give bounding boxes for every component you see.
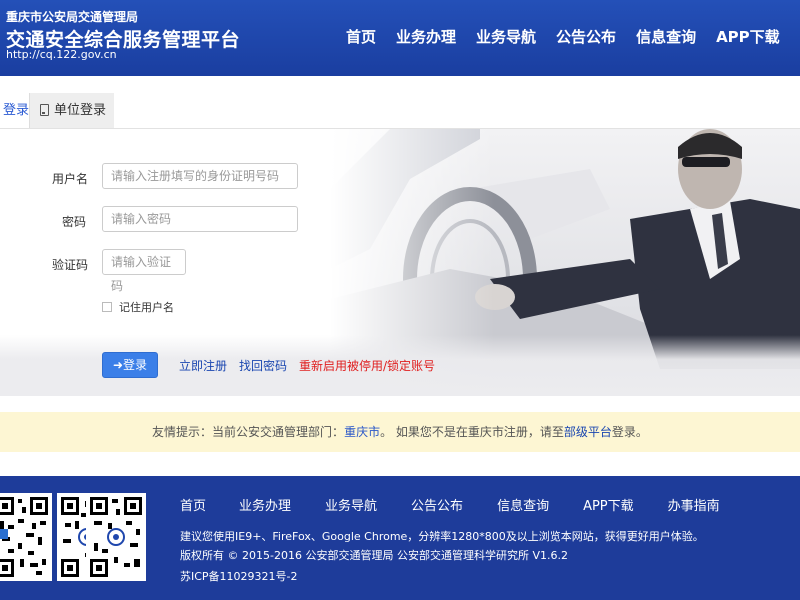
site-header: 重庆市公安局交通管理局 交通安全综合服务管理平台 http://cq.122.g… [0, 0, 800, 76]
footer-browser-tip: 建议您使用IE9+、FireFox、Google Chrome，分辨率1280*… [180, 530, 704, 543]
footer-nav-info-query[interactable]: 信息查询 [497, 495, 549, 514]
site-footer: 首页 业务办理 业务导航 公告公布 信息查询 APP下载 办事指南 建议您使用I… [0, 476, 800, 600]
remember-label: 记住用户名 [119, 301, 174, 314]
remember-username[interactable]: 记住用户名 [102, 299, 174, 315]
footer-nav-announcements[interactable]: 公告公布 [411, 495, 463, 514]
brand-url: http://cq.122.gov.cn [6, 48, 117, 61]
tip-suffix: 登录。 [611, 425, 648, 439]
nav-guide[interactable]: 业务导航 [476, 26, 536, 47]
tip-prefix: 友情提示：当前公安交通管理部门： [152, 425, 345, 439]
footer-nav-business[interactable]: 业务办理 [239, 495, 291, 514]
remember-checkbox[interactable] [102, 302, 112, 312]
nav-announcements[interactable]: 公告公布 [556, 26, 616, 47]
nav-home[interactable]: 首页 [346, 26, 376, 47]
footer-nav: 首页 业务办理 业务导航 公告公布 信息查询 APP下载 办事指南 [180, 495, 720, 514]
password-label: 密码 [62, 215, 87, 229]
phone-icon [40, 104, 49, 116]
main-nav: 首页 业务办理 业务导航 公告公布 信息查询 APP下载 [336, 26, 790, 47]
login-button[interactable]: ➜登录 [102, 352, 158, 378]
tip-banner: 友情提示：当前公安交通管理部门：重庆市。 如果您不是在重庆市注册，请至部级平台登… [0, 412, 800, 452]
recover-password-link[interactable]: 找回密码 [239, 357, 287, 374]
footer-icp[interactable]: 苏ICP备11029321号-2 [180, 568, 298, 584]
reactivate-account-link[interactable]: 重新启用被停用/锁定账号 [299, 357, 435, 374]
qr-code-platform [86, 493, 146, 581]
tip-middle: 。 如果您不是在重庆市注册，请至 [380, 425, 564, 439]
tab-personal-login[interactable]: 登录 [0, 93, 30, 129]
footer-nav-app-download[interactable]: APP下载 [583, 495, 634, 514]
login-tabs: 登录 单位登录 [0, 93, 114, 129]
password-input[interactable]: 请输入密码 [102, 206, 298, 232]
footer-copyright: 版权所有 © 2015-2016 公安部交通管理局 公安部交通管理科学研究所 V… [180, 549, 568, 562]
register-link[interactable]: 立即注册 [179, 357, 227, 374]
national-platform-link[interactable]: 部级平台 [564, 425, 612, 439]
footer-nav-service-guide[interactable]: 办事指南 [668, 495, 720, 514]
tab-unit-label: 单位登录 [54, 103, 107, 118]
username-input[interactable]: 请输入注册填写的身份证明号码 [102, 163, 298, 189]
footer-nav-home[interactable]: 首页 [180, 495, 206, 514]
nav-app-download[interactable]: APP下载 [716, 26, 780, 47]
qr-code-app [0, 493, 52, 581]
nav-business[interactable]: 业务办理 [396, 26, 456, 47]
login-panel: 用户名 请输入注册填写的身份证明号码 密码 请输入密码 验证码 请输入验证码 记… [0, 129, 800, 396]
brand-subtitle: 重庆市公安局交通管理局 [6, 10, 139, 24]
tab-unit-login[interactable]: 单位登录 [30, 93, 114, 129]
captcha-input[interactable]: 请输入验证码 [102, 249, 186, 293]
tip-city: 重庆市 [344, 425, 381, 439]
captcha-label: 验证码 [52, 258, 89, 272]
footer-nav-guide[interactable]: 业务导航 [325, 495, 377, 514]
username-label: 用户名 [52, 172, 89, 186]
nav-info-query[interactable]: 信息查询 [636, 26, 696, 47]
